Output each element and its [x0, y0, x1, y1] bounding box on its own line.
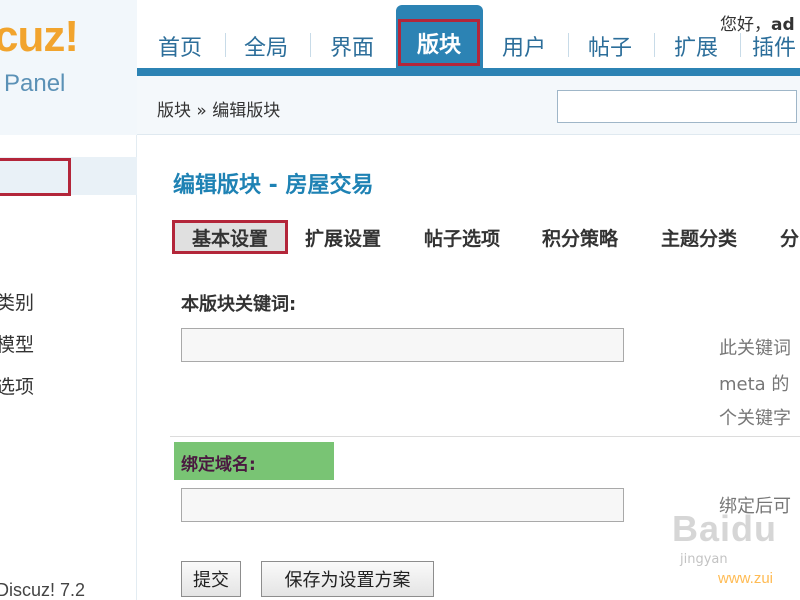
copyright-text: Discuz! 7.2 — [0, 580, 86, 600]
breadcrumb: 版块 » 编辑版块 — [157, 101, 281, 121]
page-title: 编辑版块 - 房屋交易 — [173, 173, 374, 198]
sidebar-highlight-box — [0, 158, 71, 196]
nav-separator — [740, 33, 741, 57]
logo-area: cuz! Panel — [0, 0, 137, 135]
keywords-label: 本版块关键词: — [181, 294, 297, 315]
tab-extended-settings[interactable]: 扩展设置 — [305, 220, 381, 254]
keywords-hint-line-3: 个关键字 — [719, 408, 791, 429]
subheader-bar: 版块 » 编辑版块 — [137, 76, 800, 135]
nav-separator — [568, 33, 569, 57]
username-link[interactable]: ad — [771, 15, 795, 35]
nav-tab-home[interactable]: 首页 — [150, 28, 210, 64]
keywords-input[interactable] — [181, 328, 624, 362]
nav-separator — [225, 33, 226, 57]
nav-separator — [654, 33, 655, 57]
search-input[interactable] — [557, 90, 797, 123]
submit-button[interactable]: 提交 — [181, 561, 241, 597]
user-greeting: 您好，ad — [720, 10, 795, 35]
sidebar-item-category[interactable]: 类别 — [0, 288, 34, 315]
section-divider — [170, 436, 800, 437]
nav-tab-global[interactable]: 全局 — [236, 28, 296, 64]
domain-label: 绑定域名: — [181, 455, 256, 475]
nav-separator — [310, 33, 311, 57]
nav-tab-posts[interactable]: 帖子 — [580, 28, 640, 64]
sidebar: 类别 模型 选项 Discuz! 7.2 — [0, 135, 137, 600]
baidu-watermark: Baidu — [672, 508, 778, 549]
tab-thread-types[interactable]: 主题分类 — [661, 220, 737, 254]
tab-basic-settings[interactable]: 基本设置 — [172, 220, 288, 254]
tab-credit-policy[interactable]: 积分策略 — [542, 220, 618, 254]
watermark-url: www.zui — [718, 570, 774, 587]
nav-tab-interface[interactable]: 界面 — [322, 28, 382, 64]
keywords-hint-line-1: 此关键词 — [719, 338, 791, 359]
tab-more[interactable]: 分 — [780, 220, 799, 254]
save-scheme-button[interactable]: 保存为设置方案 — [261, 561, 434, 597]
keywords-hint-line-2: meta 的 — [719, 374, 790, 395]
nav-tab-users[interactable]: 用户 — [494, 28, 554, 64]
tab-post-options[interactable]: 帖子选项 — [424, 220, 500, 254]
nav-tab-forums[interactable]: 版块 — [398, 19, 480, 66]
domain-input[interactable] — [181, 488, 624, 522]
watermark-subtext: jingyan — [680, 552, 728, 567]
greeting-text: 您好， — [720, 15, 771, 35]
logo[interactable]: cuz! — [0, 12, 79, 62]
sidebar-item-options[interactable]: 选项 — [0, 372, 34, 399]
sidebar-item-model[interactable]: 模型 — [0, 330, 34, 357]
nav-underline — [137, 68, 800, 76]
logo-subtitle: Panel — [4, 70, 66, 97]
nav-tab-extensions[interactable]: 扩展 — [666, 28, 726, 64]
